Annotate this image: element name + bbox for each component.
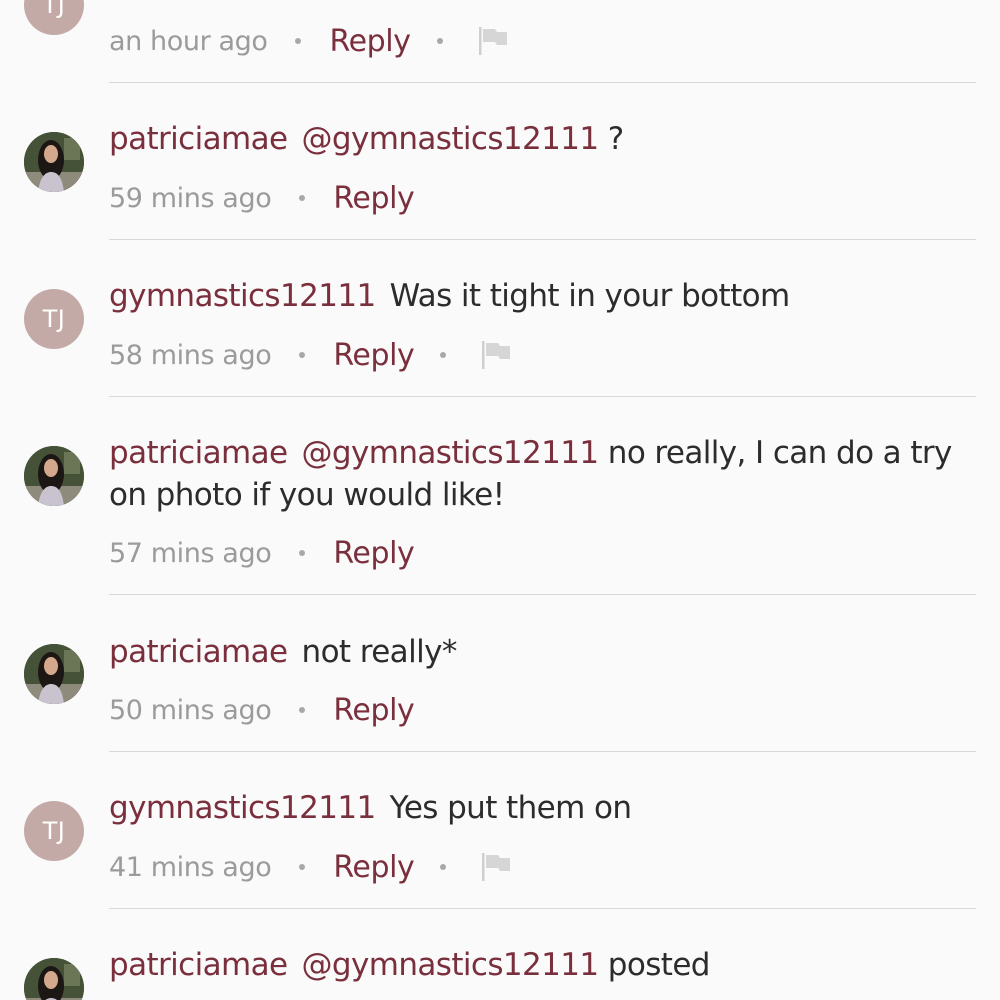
dot-separator	[299, 352, 306, 358]
comment-text: not really*	[301, 634, 458, 670]
comment-username[interactable]: patriciamae	[109, 435, 288, 471]
comment-divider	[109, 751, 976, 752]
comment-timestamp: 58 mins ago	[109, 339, 272, 371]
flag-icon[interactable]	[480, 851, 514, 883]
comment-body: gymnastics12111 Yes put them on	[109, 787, 975, 829]
comment-body: patriciamae @gymnastics12111 no really, I…	[109, 432, 975, 516]
reply-button[interactable]: Reply	[333, 850, 414, 885]
comment-divider	[109, 82, 976, 83]
comment-divider	[109, 908, 976, 909]
comment-mention[interactable]: @gymnastics12111	[302, 947, 600, 983]
flag-icon[interactable]	[480, 339, 514, 371]
dot-separator	[299, 707, 306, 713]
comment-divider	[109, 239, 976, 240]
avatar[interactable]	[24, 644, 84, 704]
comment-username[interactable]: patriciamae	[109, 947, 288, 983]
reply-button[interactable]: Reply	[333, 338, 414, 373]
avatar[interactable]	[24, 958, 84, 1000]
comment-meta: 41 mins ago Reply	[109, 847, 514, 887]
comment-body: patriciamae @gymnastics12111 ?	[109, 118, 975, 160]
comment-username[interactable]: patriciamae	[109, 121, 288, 157]
reply-button[interactable]: Reply	[333, 536, 414, 571]
comment-username[interactable]: patriciamae	[109, 634, 288, 670]
comment-timestamp: 59 mins ago	[109, 182, 272, 214]
dot-separator	[440, 352, 447, 358]
dot-separator	[299, 550, 306, 556]
comment-mention[interactable]: @gymnastics12111	[302, 435, 600, 471]
comment-mention[interactable]: @gymnastics12111	[302, 121, 600, 157]
comment-text: posted	[598, 947, 711, 983]
comment-body: patriciamae not really*	[109, 631, 975, 673]
avatar[interactable]	[24, 132, 84, 192]
reply-button[interactable]: Reply	[333, 181, 414, 216]
comment-meta: 57 mins ago Reply	[109, 533, 415, 573]
reply-button[interactable]: Reply	[333, 693, 414, 728]
dot-separator	[436, 38, 443, 44]
comment-thread: TJ an hour ago Reply patriciamae @gymnas…	[0, 0, 1000, 1000]
comment-username[interactable]: gymnastics12111	[109, 278, 376, 314]
comment-timestamp: an hour ago	[109, 25, 268, 57]
dot-separator	[299, 864, 306, 870]
comment-username[interactable]: gymnastics12111	[109, 790, 376, 826]
comment-divider	[109, 396, 976, 397]
comment-body: patriciamae @gymnastics12111 posted	[109, 944, 975, 986]
dot-separator	[440, 864, 447, 870]
avatar[interactable]: TJ	[24, 801, 84, 861]
comment-body: gymnastics12111 Was it tight in your bott…	[109, 275, 975, 317]
reply-button[interactable]: Reply	[329, 24, 410, 59]
comment-meta: 59 mins ago Reply	[109, 178, 415, 218]
avatar[interactable]	[24, 446, 84, 506]
avatar[interactable]: TJ	[24, 0, 84, 35]
comment-timestamp: 57 mins ago	[109, 537, 272, 569]
comment-meta: an hour ago Reply	[109, 21, 511, 61]
comment-meta: 58 mins ago Reply	[109, 335, 514, 375]
flag-icon[interactable]	[477, 25, 511, 57]
dot-separator	[295, 38, 302, 44]
avatar[interactable]: TJ	[24, 289, 84, 349]
comment-meta: 50 mins ago Reply	[109, 690, 415, 730]
comment-text: ?	[598, 121, 624, 157]
comment-text: Was it tight in your bottom	[389, 278, 791, 314]
comment-timestamp: 50 mins ago	[109, 694, 272, 726]
comment-divider	[109, 594, 976, 595]
comment-text: Yes put them on	[389, 790, 632, 826]
comment-timestamp: 41 mins ago	[109, 851, 272, 883]
dot-separator	[299, 195, 306, 201]
